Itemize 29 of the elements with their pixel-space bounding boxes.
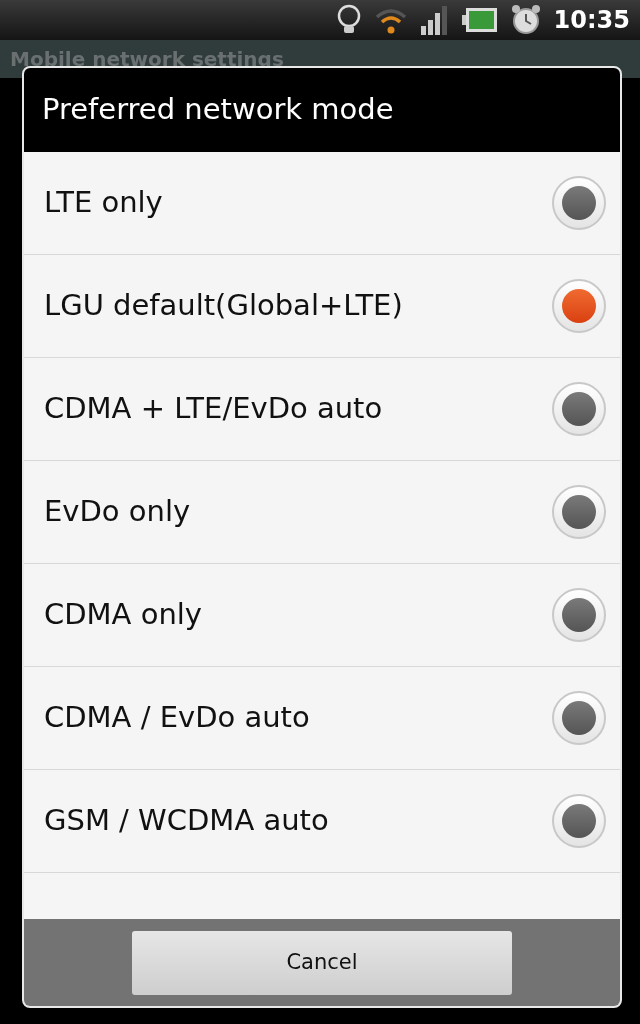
- alarm-clock-icon: [509, 4, 542, 36]
- option-row[interactable]: LGU default(Global+LTE): [24, 255, 620, 358]
- option-label: GSM / WCDMA auto: [44, 802, 329, 840]
- battery-icon: [461, 7, 498, 33]
- lightbulb-icon: [335, 4, 362, 36]
- option-row[interactable]: LTE only: [24, 152, 620, 255]
- option-row[interactable]: EvDo only: [24, 461, 620, 564]
- radio-button[interactable]: [552, 176, 606, 230]
- option-label: CDMA + LTE/EvDo auto: [44, 390, 383, 428]
- screen-title: Mobile network settings: [10, 46, 284, 73]
- radio-button[interactable]: [552, 279, 606, 333]
- option-row[interactable]: GSM / WCDMA auto: [24, 770, 620, 873]
- option-row[interactable]: CDMA + LTE/EvDo auto: [24, 358, 620, 461]
- option-label: LTE only: [44, 184, 163, 222]
- option-label: CDMA only: [44, 596, 202, 634]
- radio-button[interactable]: [552, 794, 606, 848]
- radio-button[interactable]: [552, 691, 606, 745]
- option-row[interactable]: CDMA only: [24, 564, 620, 667]
- signal-icon: [419, 4, 450, 36]
- option-row[interactable]: CDMA / EvDo auto: [24, 667, 620, 770]
- cancel-button[interactable]: Cancel: [132, 930, 512, 995]
- dialog-title: Preferred network mode: [42, 91, 394, 129]
- radio-button[interactable]: [552, 588, 606, 642]
- radio-button[interactable]: [552, 485, 606, 539]
- option-label: EvDo only: [44, 493, 191, 531]
- option-label: LGU default(Global+LTE): [44, 287, 403, 325]
- radio-button[interactable]: [552, 382, 606, 436]
- clock-time: 10:35: [553, 5, 630, 36]
- option-label: CDMA / EvDo auto: [44, 699, 310, 737]
